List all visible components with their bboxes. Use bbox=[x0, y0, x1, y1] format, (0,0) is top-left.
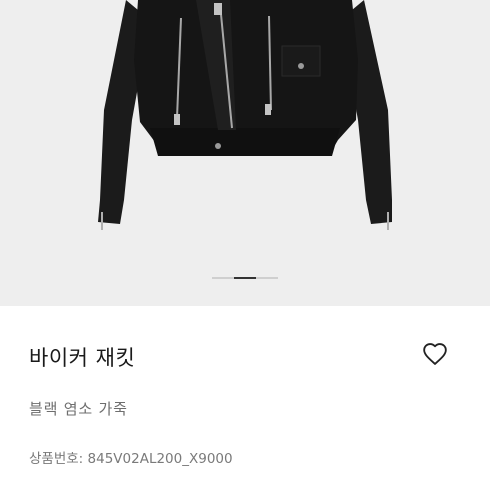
product-detail-screen: 바이커 재킷 블랙 염소 가죽 상품번호: 845V02AL200_X9000 bbox=[0, 0, 490, 490]
product-info: 바이커 재킷 블랙 염소 가죽 상품번호: 845V02AL200_X9000 bbox=[0, 306, 490, 490]
wishlist-button[interactable] bbox=[422, 342, 448, 366]
pager-dot[interactable] bbox=[212, 277, 234, 279]
pager-dot[interactable] bbox=[256, 277, 278, 279]
heart-outline-icon bbox=[423, 343, 447, 365]
product-sku: 상품번호: 845V02AL200_X9000 bbox=[29, 447, 233, 467]
sku-label: 상품번호: bbox=[29, 451, 84, 467]
product-image-gallery[interactable] bbox=[0, 0, 490, 306]
sku-value: 845V02AL200_X9000 bbox=[87, 451, 233, 467]
product-name: 바이커 재킷 bbox=[29, 346, 136, 370]
product-material: 블랙 염소 가죽 bbox=[29, 400, 128, 418]
image-pager[interactable] bbox=[212, 277, 278, 279]
pager-dot-active[interactable] bbox=[234, 277, 256, 279]
product-image[interactable] bbox=[0, 0, 490, 306]
